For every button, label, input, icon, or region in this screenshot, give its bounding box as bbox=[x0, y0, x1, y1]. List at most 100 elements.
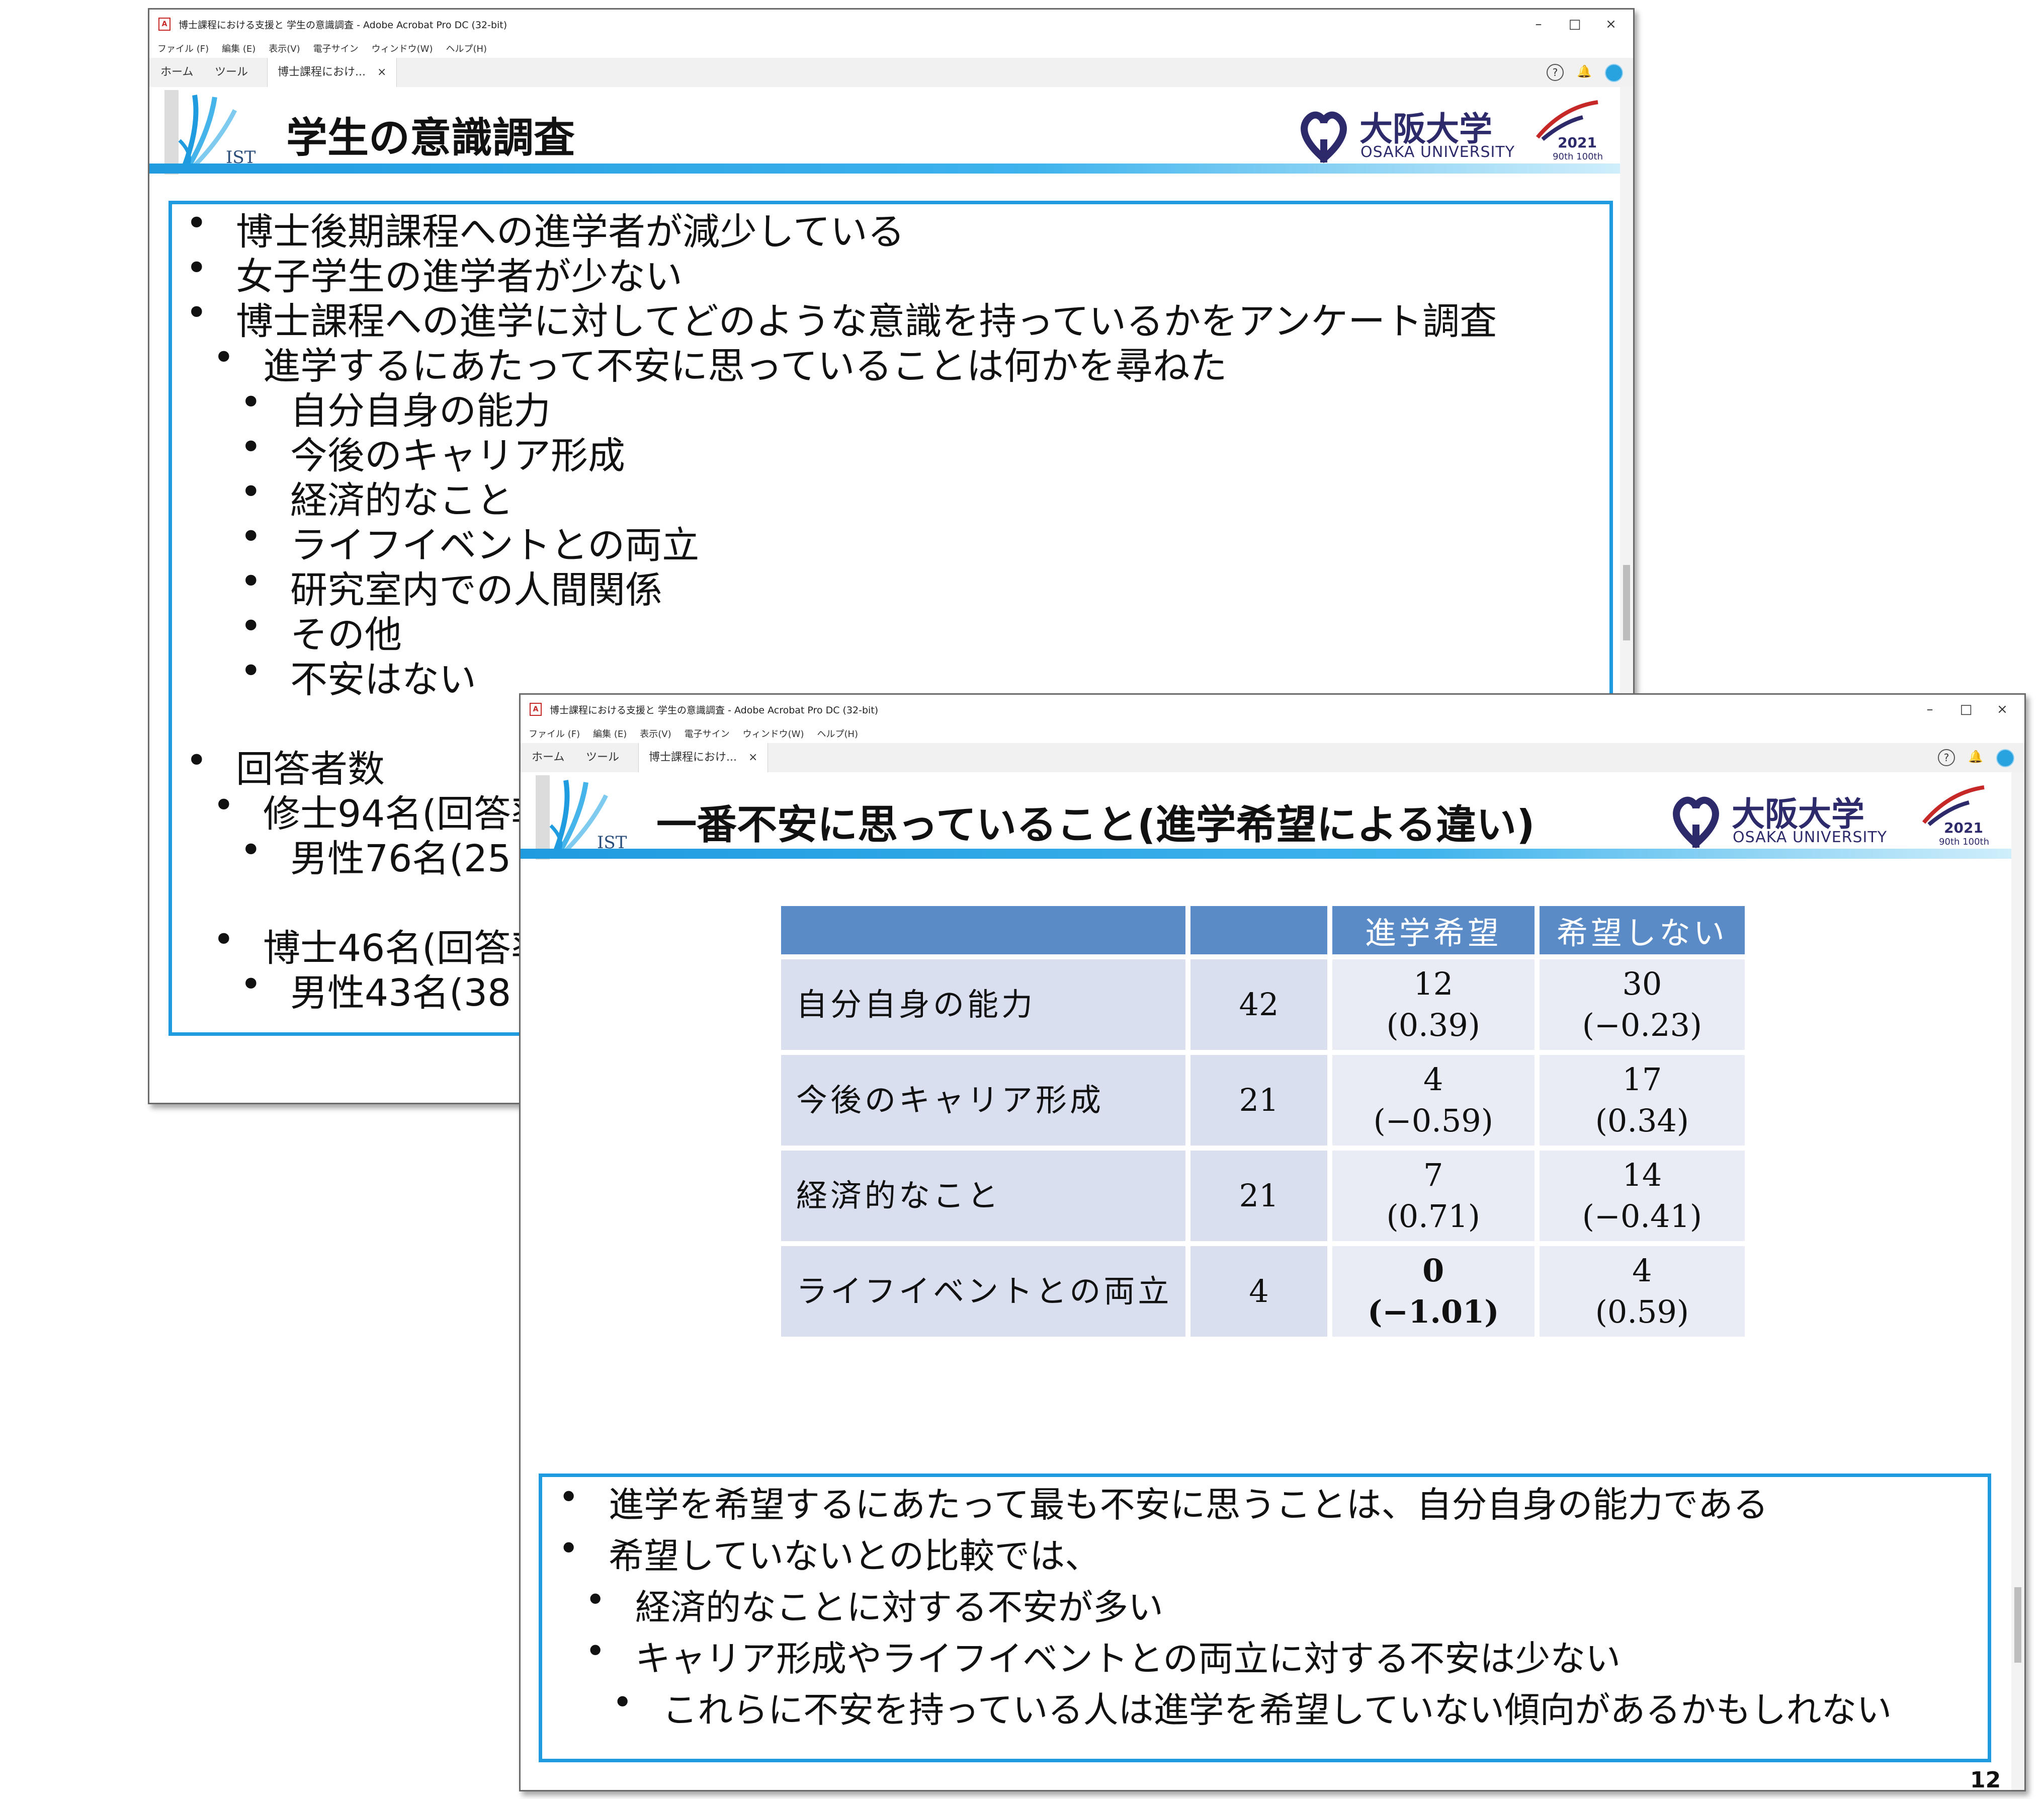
tab-document[interactable]: 博士課程におけ... × bbox=[638, 743, 769, 772]
osaka-icho-icon bbox=[1673, 796, 1719, 849]
tab-home[interactable]: ホーム bbox=[160, 58, 193, 87]
slide-header: IST 一番不安に思っていること(進学希望による違い) 大阪大学 OSAKA U… bbox=[521, 772, 2011, 863]
table-header-row: 進学希望 希望しない bbox=[781, 906, 1745, 954]
summary-item: • 進学を希望するにあたって最も不安に思うことは、自分自身の能力である bbox=[558, 1477, 1768, 1525]
minimize-button[interactable]: – bbox=[1912, 695, 1948, 724]
slide-title: 一番不安に思っていること(進学希望による違い) bbox=[656, 801, 1535, 848]
table-row: 経済的なこと 21 7 (0.71) 14 (−0.41) bbox=[781, 1151, 1745, 1241]
maximize-button[interactable]: □ bbox=[1948, 695, 1984, 724]
no-wish-cell: 4 (0.59) bbox=[1539, 1246, 1745, 1337]
row-label: 今後のキャリア形成 bbox=[781, 1055, 1186, 1146]
tab-document-label: 博士課程におけ... bbox=[278, 66, 366, 78]
slide-header: IST 学生の意識調査 大阪大学 OSAKA UNIVERSITY 2021 9… bbox=[149, 87, 1620, 178]
header-cell-wish: 進学希望 bbox=[1332, 906, 1535, 954]
anniversary-year: 2021 bbox=[1558, 134, 1597, 151]
close-button[interactable]: × bbox=[1984, 695, 2020, 724]
osaka-university-logo: 大阪大学 OSAKA UNIVERSITY bbox=[1296, 101, 1514, 167]
bell-icon[interactable]: 🔔 bbox=[1577, 64, 1592, 79]
menu-view[interactable]: 表示(V) bbox=[640, 727, 671, 740]
help-icon[interactable]: ? bbox=[1938, 749, 1955, 766]
account-avatar[interactable] bbox=[1605, 64, 1623, 82]
menu-esign[interactable]: 電子サイン bbox=[685, 727, 730, 740]
menu-edit[interactable]: 編集 (E) bbox=[593, 727, 627, 740]
anniversary-logo: 2021 90th 100th bbox=[1914, 782, 1994, 853]
menu-edit[interactable]: 編集 (E) bbox=[222, 42, 256, 55]
tab-document[interactable]: 博士課程におけ... × bbox=[267, 58, 397, 87]
osaka-univ-en: OSAKA UNIVERSITY bbox=[1733, 829, 1888, 846]
page-number: 12 bbox=[1970, 1767, 2001, 1791]
row-total: 21 bbox=[1190, 1055, 1327, 1146]
wish-cell: 12 (0.39) bbox=[1332, 959, 1535, 1050]
minimize-button[interactable]: – bbox=[1520, 10, 1557, 39]
tab-bar: ホーム ツール 博士課程におけ... × ? 🔔 bbox=[149, 58, 1633, 88]
anniversary-logo: 2021 90th 100th bbox=[1527, 97, 1608, 168]
acrobat-app-icon: A bbox=[530, 703, 542, 716]
tab-tools[interactable]: ツール bbox=[215, 58, 248, 87]
window-title: 博士課程における支援と 学生の意識調査 - Adobe Acrobat Pro … bbox=[550, 704, 879, 716]
tab-home[interactable]: ホーム bbox=[532, 743, 564, 772]
header-cell bbox=[781, 906, 1186, 954]
document-view[interactable]: IST 一番不安に思っていること(進学希望による違い) 大阪大学 OSAKA U… bbox=[521, 772, 2011, 1790]
tab-bar: ホーム ツール 博士課程におけ... × ? 🔔 bbox=[521, 743, 2024, 773]
menu-file[interactable]: ファイル (F) bbox=[157, 42, 209, 55]
row-total: 21 bbox=[1190, 1151, 1327, 1241]
wish-cell: 0 (−1.01) bbox=[1332, 1246, 1535, 1337]
menu-window[interactable]: ウィンドウ(W) bbox=[372, 42, 433, 55]
row-label: 自分自身の能力 bbox=[781, 959, 1186, 1050]
window-title: 博士課程における支援と 学生の意識調査 - Adobe Acrobat Pro … bbox=[179, 19, 507, 31]
maximize-button[interactable]: □ bbox=[1557, 10, 1593, 39]
menu-help[interactable]: ヘルプ(H) bbox=[446, 42, 487, 55]
table-row: 自分自身の能力 42 12 (0.39) 30 (−0.23) bbox=[781, 959, 1745, 1050]
anniversary-sub: 90th 100th bbox=[1939, 837, 1989, 847]
vertical-scrollbar[interactable] bbox=[2011, 772, 2024, 1790]
no-wish-cell: 30 (−0.23) bbox=[1539, 959, 1745, 1050]
acrobat-window-front[interactable]: A 博士課程における支援と 学生の意識調査 - Adobe Acrobat Pr… bbox=[519, 693, 2026, 1791]
menu-view[interactable]: 表示(V) bbox=[269, 42, 300, 55]
scrollbar-thumb[interactable] bbox=[2014, 1587, 2021, 1663]
menu-bar: ファイル (F) 編集 (E) 表示(V) 電子サイン ウィンドウ(W) ヘルプ… bbox=[521, 724, 2024, 743]
no-wish-cell: 14 (−0.41) bbox=[1539, 1151, 1745, 1241]
scrollbar-thumb[interactable] bbox=[1623, 565, 1630, 640]
account-avatar[interactable] bbox=[1996, 749, 2014, 767]
title-bar[interactable]: A 博士課程における支援と 学生の意識調査 - Adobe Acrobat Pr… bbox=[149, 10, 1633, 39]
row-total: 42 bbox=[1190, 959, 1327, 1050]
summary-item: • 経済的なことに対する不安が多い bbox=[585, 1579, 1163, 1628]
menu-help[interactable]: ヘルプ(H) bbox=[817, 727, 858, 740]
osaka-icho-icon bbox=[1301, 111, 1347, 163]
summary-item: • 希望していないとの比較では、 bbox=[558, 1528, 1100, 1577]
row-label: 経済的なこと bbox=[781, 1151, 1186, 1241]
bullet-item: • 男性43名(38 bbox=[240, 963, 512, 1015]
osaka-univ-en: OSAKA UNIVERSITY bbox=[1360, 143, 1515, 161]
tab-close-icon[interactable]: × bbox=[377, 66, 386, 78]
header-rule bbox=[521, 849, 2011, 859]
osaka-university-logo: 大阪大学 OSAKA UNIVERSITY bbox=[1668, 786, 1887, 852]
bell-icon[interactable]: 🔔 bbox=[1968, 749, 1983, 764]
tab-close-icon[interactable]: × bbox=[748, 751, 757, 764]
close-button[interactable]: × bbox=[1593, 10, 1629, 39]
header-cell bbox=[1190, 906, 1327, 954]
menu-esign[interactable]: 電子サイン bbox=[313, 42, 359, 55]
anniversary-year: 2021 bbox=[1944, 820, 1983, 836]
slide-title: 学生の意識調査 bbox=[286, 114, 575, 162]
title-bar[interactable]: A 博士課程における支援と 学生の意識調査 - Adobe Acrobat Pr… bbox=[521, 695, 2024, 724]
tab-tools[interactable]: ツール bbox=[586, 743, 619, 772]
row-label: ライフイベントとの両立 bbox=[781, 1246, 1186, 1337]
header-cell-no-wish: 希望しない bbox=[1539, 906, 1745, 954]
summary-item: • これらに不安を持っている人は進学を希望していない傾向があるかもしれない bbox=[612, 1682, 1892, 1731]
help-icon[interactable]: ? bbox=[1547, 64, 1564, 81]
menu-window[interactable]: ウィンドウ(W) bbox=[743, 727, 804, 740]
menu-bar: ファイル (F) 編集 (E) 表示(V) 電子サイン ウィンドウ(W) ヘルプ… bbox=[149, 39, 1633, 58]
wish-cell: 7 (0.71) bbox=[1332, 1151, 1535, 1241]
anxiety-table: 進学希望 希望しない 自分自身の能力 42 12 (0.39) 30 (−0.23)… bbox=[776, 901, 1750, 1342]
acrobat-app-icon: A bbox=[158, 18, 171, 31]
anniversary-sub: 90th 100th bbox=[1553, 151, 1603, 162]
table-row: 今後のキャリア形成 21 4 (−0.59) 17 (0.34) bbox=[781, 1055, 1745, 1146]
bullet-item: • 不安はない bbox=[240, 649, 476, 701]
tab-document-label: 博士課程におけ... bbox=[649, 751, 737, 764]
table-row: ライフイベントとの両立 4 0 (−1.01) 4 (0.59) bbox=[781, 1246, 1745, 1337]
no-wish-cell: 17 (0.34) bbox=[1539, 1055, 1745, 1146]
menu-file[interactable]: ファイル (F) bbox=[529, 727, 580, 740]
wish-cell: 4 (−0.59) bbox=[1332, 1055, 1535, 1146]
row-total: 4 bbox=[1190, 1246, 1327, 1337]
bullet-item: • 男性76名(25 bbox=[240, 829, 512, 880]
